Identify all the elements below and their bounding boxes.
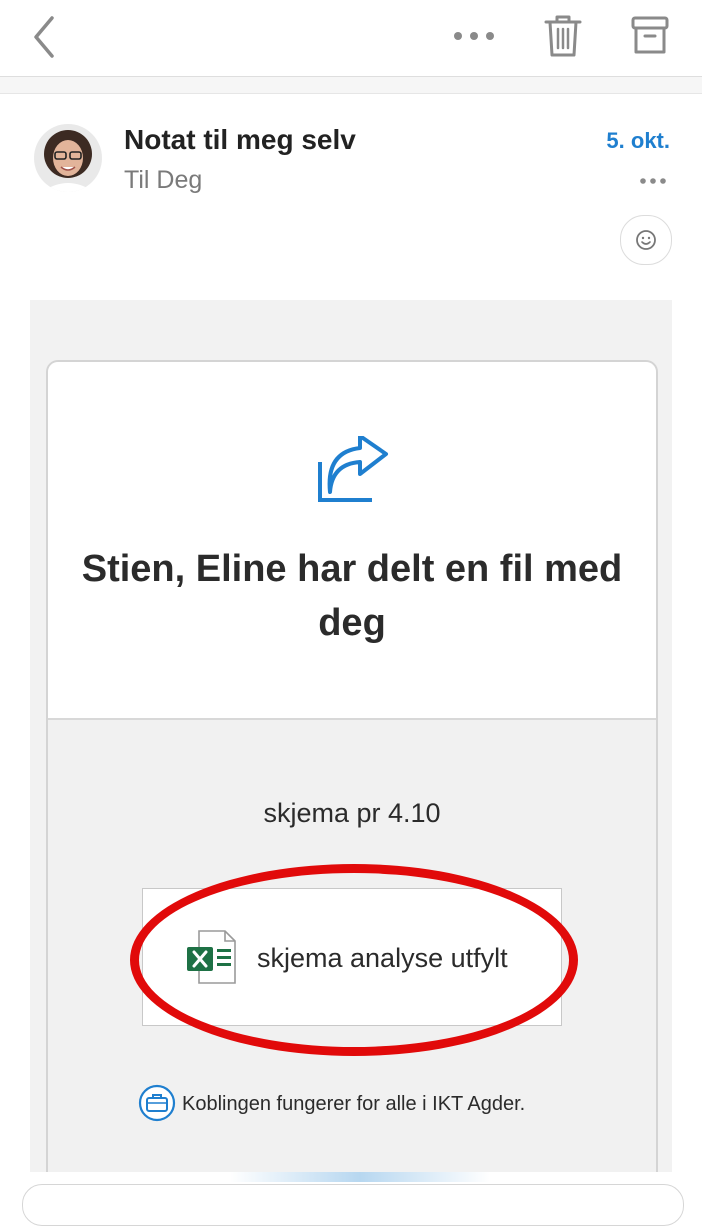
ellipsis-icon[interactable]	[452, 18, 496, 54]
share-note: skjema pr 4.10	[263, 798, 441, 828]
message-options-icon[interactable]	[638, 172, 668, 190]
file-name: skjema analyse utfylt	[257, 943, 508, 973]
top-toolbar	[0, 0, 702, 77]
briefcase-icon	[138, 1084, 176, 1122]
smiley-icon	[636, 230, 656, 250]
share-headline: Stien, Eline har delt en fil med deg	[81, 548, 623, 644]
share-icon	[314, 434, 390, 504]
trash-icon[interactable]	[542, 12, 584, 60]
access-notice: Koblingen fungerer for alle i IKT Agder.	[138, 1084, 578, 1124]
avatar	[34, 124, 102, 192]
access-text: Koblingen fungerer for alle i IKT Agder.	[182, 1093, 526, 1115]
bottom-glow	[230, 1172, 490, 1182]
message-body: Stien, Eline har delt en fil med deg skj…	[30, 300, 672, 1224]
message-subject: Notat til meg selv	[124, 124, 356, 155]
reaction-button[interactable]	[620, 215, 672, 265]
excel-icon	[187, 929, 237, 985]
archive-icon[interactable]	[628, 12, 672, 60]
message-date: 5. okt.	[606, 128, 670, 153]
recipient-line[interactable]: Til Deg	[124, 166, 202, 195]
share-card-header: Stien, Eline har delt en fil med deg	[48, 362, 656, 720]
reply-bar[interactable]	[22, 1184, 684, 1226]
chevron-left-icon[interactable]	[26, 12, 66, 62]
file-link-button[interactable]: skjema analyse utfylt	[142, 888, 562, 1026]
share-card: Stien, Eline har delt en fil med deg skj…	[46, 360, 658, 1224]
separator	[0, 77, 702, 94]
